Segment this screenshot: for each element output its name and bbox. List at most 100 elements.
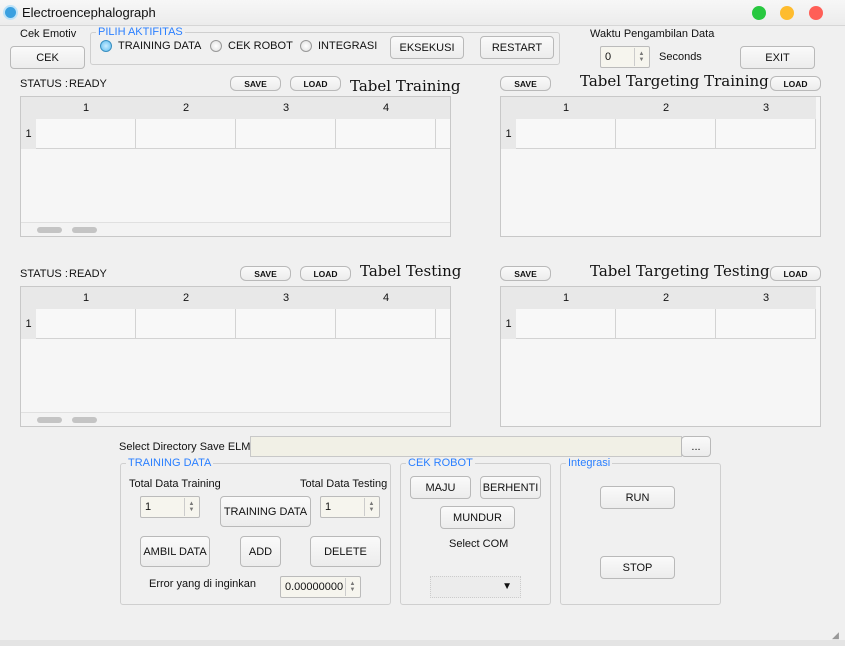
table-cell[interactable]: [336, 309, 436, 339]
close-button[interactable]: [809, 6, 823, 20]
column-header[interactable]: 2: [136, 97, 236, 119]
training-load-button[interactable]: LOAD: [290, 76, 341, 91]
com-select[interactable]: ▼: [430, 576, 521, 598]
restart-button[interactable]: RESTART: [480, 36, 554, 59]
table-cell[interactable]: [236, 119, 336, 149]
radio-cek-robot[interactable]: [210, 40, 222, 52]
table-cell[interactable]: [516, 309, 616, 339]
status-strip: [0, 640, 845, 646]
spinner-arrows-icon[interactable]: ▲ ▼: [345, 578, 359, 596]
exit-button[interactable]: EXIT: [740, 46, 815, 69]
target-training-load-button[interactable]: LOAD: [770, 76, 821, 91]
training-data-button[interactable]: TRAINING DATA: [220, 496, 311, 527]
column-header[interactable]: 3: [236, 97, 336, 119]
eksekusi-button[interactable]: EKSEKUSI: [390, 36, 464, 59]
error-value[interactable]: 0.00000000: [285, 581, 343, 593]
stop-button[interactable]: STOP: [600, 556, 675, 579]
target-testing-save-button[interactable]: SAVE: [500, 266, 551, 281]
column-header[interactable]: 2: [136, 287, 236, 309]
table-cell[interactable]: [136, 309, 236, 339]
column-header[interactable]: 4: [336, 287, 436, 309]
target-testing-load-button[interactable]: LOAD: [770, 266, 821, 281]
horizontal-scrollbar[interactable]: [21, 412, 450, 426]
training-data-legend: TRAINING DATA: [126, 457, 214, 469]
radio-integrasi-label[interactable]: INTEGRASI: [318, 40, 377, 52]
column-header[interactable]: 1: [516, 287, 616, 309]
integrasi-legend: Integrasi: [566, 457, 613, 469]
radio-integrasi[interactable]: [300, 40, 312, 52]
scroll-left-thumb[interactable]: [37, 227, 62, 233]
table-cell[interactable]: [616, 119, 716, 149]
target-training-save-button[interactable]: SAVE: [500, 76, 551, 91]
timing-spinner[interactable]: 0 ▲ ▼: [600, 46, 650, 68]
table-cell[interactable]: [716, 119, 816, 149]
column-header[interactable]: 4: [336, 97, 436, 119]
timing-label: Waktu Pengambilan Data: [590, 28, 715, 40]
table-cell[interactable]: [336, 119, 436, 149]
spinner-arrows-icon[interactable]: ▲ ▼: [364, 498, 378, 516]
resize-grip-icon[interactable]: ◢: [832, 630, 839, 641]
table-cell[interactable]: [36, 119, 136, 149]
run-button[interactable]: RUN: [600, 486, 675, 509]
spinner-arrows-icon[interactable]: ▲ ▼: [184, 498, 198, 516]
timing-value[interactable]: 0: [605, 51, 611, 63]
add-button[interactable]: ADD: [240, 536, 281, 567]
error-spinner[interactable]: 0.00000000 ▲ ▼: [280, 576, 361, 598]
browse-button[interactable]: ...: [681, 436, 711, 457]
ambil-data-button[interactable]: AMBIL DATA: [140, 536, 210, 567]
maximize-button[interactable]: [752, 6, 766, 20]
table-cell[interactable]: [136, 119, 236, 149]
total-testing-value[interactable]: 1: [325, 501, 331, 513]
column-header[interactable]: 3: [236, 287, 336, 309]
target-training-table[interactable]: 1231: [500, 96, 821, 237]
row-header: 1: [21, 309, 36, 339]
radio-training-data-label[interactable]: TRAINING DATA: [118, 40, 201, 52]
column-header[interactable]: 2: [616, 97, 716, 119]
delete-button[interactable]: DELETE: [310, 536, 381, 567]
directory-input[interactable]: [250, 436, 682, 457]
corner-header: [21, 287, 36, 309]
scroll-left-thumb[interactable]: [37, 417, 62, 423]
table-cell[interactable]: [516, 119, 616, 149]
radio-cek-robot-label[interactable]: CEK ROBOT: [228, 40, 293, 52]
window-title: Electroencephalograph: [22, 5, 156, 20]
corner-header: [501, 97, 516, 119]
table-cell-partial[interactable]: [436, 309, 450, 339]
target-testing-title: Tabel Targeting Testing: [590, 262, 770, 280]
testing-table[interactable]: 12341: [20, 286, 451, 427]
column-header[interactable]: 2: [616, 287, 716, 309]
table-cell-partial[interactable]: [436, 119, 450, 149]
total-training-spinner[interactable]: 1 ▲ ▼: [140, 496, 200, 518]
target-testing-table[interactable]: 1231: [500, 286, 821, 427]
dropdown-arrow-icon[interactable]: ▼: [502, 581, 512, 592]
table-cell[interactable]: [716, 309, 816, 339]
scroll-thumb[interactable]: [72, 227, 97, 233]
row-header: 1: [501, 309, 516, 339]
testing-save-button[interactable]: SAVE: [240, 266, 291, 281]
column-header[interactable]: 1: [516, 97, 616, 119]
testing-status-value: READY: [69, 268, 107, 280]
radio-training-data[interactable]: [100, 40, 112, 52]
horizontal-scrollbar[interactable]: [21, 222, 450, 236]
table-cell[interactable]: [236, 309, 336, 339]
mundur-button[interactable]: MUNDUR: [440, 506, 515, 529]
cek-button[interactable]: CEK: [10, 46, 85, 69]
column-header[interactable]: 1: [36, 97, 136, 119]
error-label: Error yang di inginkan: [149, 578, 257, 590]
table-cell[interactable]: [616, 309, 716, 339]
total-testing-spinner[interactable]: 1 ▲ ▼: [320, 496, 380, 518]
minimize-button[interactable]: [780, 6, 794, 20]
column-header[interactable]: 3: [716, 97, 816, 119]
integrasi-group: [560, 463, 721, 605]
berhenti-button[interactable]: BERHENTI: [480, 476, 541, 499]
maju-button[interactable]: MAJU: [410, 476, 471, 499]
column-header[interactable]: 1: [36, 287, 136, 309]
training-table[interactable]: 12341: [20, 96, 451, 237]
table-cell[interactable]: [36, 309, 136, 339]
testing-load-button[interactable]: LOAD: [300, 266, 351, 281]
scroll-thumb[interactable]: [72, 417, 97, 423]
column-header[interactable]: 3: [716, 287, 816, 309]
training-save-button[interactable]: SAVE: [230, 76, 281, 91]
total-training-value[interactable]: 1: [145, 501, 151, 513]
spinner-arrows-icon[interactable]: ▲ ▼: [634, 48, 648, 66]
